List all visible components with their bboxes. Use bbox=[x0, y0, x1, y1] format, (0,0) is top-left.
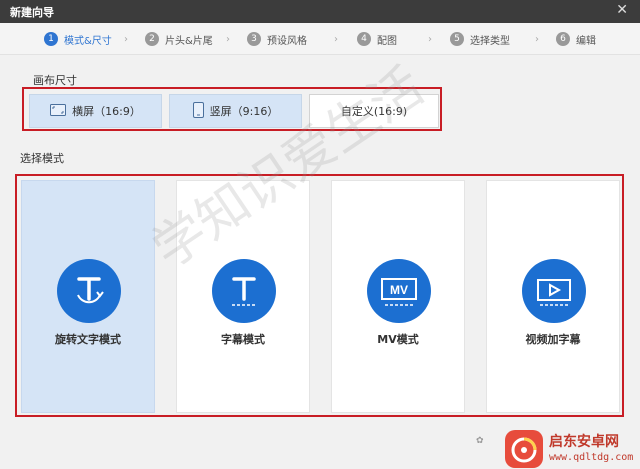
landscape-label: 横屏（16:9） bbox=[72, 105, 141, 118]
rotate-text-icon bbox=[57, 259, 121, 323]
step-separator-icon: › bbox=[226, 33, 230, 45]
mode-label: 视频加字幕 bbox=[525, 333, 581, 346]
step-mode-size[interactable]: 1 模式&尺寸 bbox=[44, 31, 112, 47]
step-label: 预设风格 bbox=[267, 35, 307, 47]
mv-icon: MV bbox=[367, 259, 431, 323]
step-separator-icon: › bbox=[334, 33, 338, 45]
mode-card-mv[interactable]: MV MV模式 bbox=[331, 180, 465, 413]
step-number: 5 bbox=[450, 32, 464, 46]
step-separator-icon: › bbox=[535, 33, 539, 45]
mode-card-rotate-text[interactable]: 旋转文字模式 bbox=[21, 180, 155, 413]
mode-label: 字幕模式 bbox=[221, 333, 265, 346]
mode-label: MV模式 bbox=[377, 333, 419, 346]
step-label: 片头&片尾 bbox=[165, 35, 213, 47]
step-images[interactable]: 4 配图 bbox=[357, 31, 397, 47]
video-play-icon bbox=[522, 259, 586, 323]
mode-card-video-subtitle[interactable]: 视频加字幕 bbox=[486, 180, 620, 413]
step-separator-icon: › bbox=[124, 33, 128, 45]
svg-text:MV: MV bbox=[390, 283, 408, 297]
step-number: 2 bbox=[145, 32, 159, 46]
step-select-type[interactable]: 5 选择类型 bbox=[450, 31, 510, 47]
brand-watermark: 启东安卓网 www.qdltdg.com bbox=[505, 428, 640, 469]
brand-url: www.qdltdg.com bbox=[549, 452, 634, 463]
subtitle-text-icon bbox=[212, 259, 276, 323]
step-opening-ending[interactable]: 2 片头&片尾 bbox=[145, 31, 213, 47]
new-project-wizard-window: 新建向导 ✕ 1 模式&尺寸 › 2 片头&片尾 › 3 预设风格 › 4 配图… bbox=[0, 0, 640, 469]
portrait-icon bbox=[192, 101, 204, 121]
window-title: 新建向导 bbox=[10, 6, 54, 19]
step-label: 编辑 bbox=[576, 35, 596, 47]
step-number: 3 bbox=[247, 32, 261, 46]
mode-options: 旋转文字模式 字幕模式 MV MV模式 视频加字幕 bbox=[15, 174, 624, 417]
step-separator-icon: › bbox=[428, 33, 432, 45]
mode-label: 旋转文字模式 bbox=[55, 333, 121, 346]
step-label: 配图 bbox=[377, 35, 397, 47]
canvas-size-label: 画布尺寸 bbox=[33, 74, 77, 87]
landscape-icon bbox=[50, 103, 67, 119]
step-number: 4 bbox=[357, 32, 371, 46]
step-preset-style[interactable]: 3 预设风格 bbox=[247, 31, 307, 47]
title-bar: 新建向导 ✕ bbox=[0, 0, 640, 23]
brand-name: 启东安卓网 bbox=[549, 434, 619, 450]
portrait-label: 竖屏（9:16） bbox=[209, 105, 279, 118]
step-label: 模式&尺寸 bbox=[64, 35, 112, 47]
step-number: 6 bbox=[556, 32, 570, 46]
step-number: 1 bbox=[44, 32, 58, 46]
select-mode-label: 选择模式 bbox=[20, 152, 64, 165]
step-label: 选择类型 bbox=[470, 35, 510, 47]
close-icon[interactable]: ✕ bbox=[616, 2, 628, 18]
wizard-steps: 1 模式&尺寸 › 2 片头&片尾 › 3 预设风格 › 4 配图 › 5 选择… bbox=[0, 23, 640, 55]
wechat-icon: ✿ bbox=[476, 436, 484, 446]
landscape-button[interactable]: 横屏（16:9） bbox=[29, 94, 162, 128]
step-edit[interactable]: 6 编辑 bbox=[556, 31, 596, 47]
brand-logo-icon bbox=[505, 430, 543, 468]
